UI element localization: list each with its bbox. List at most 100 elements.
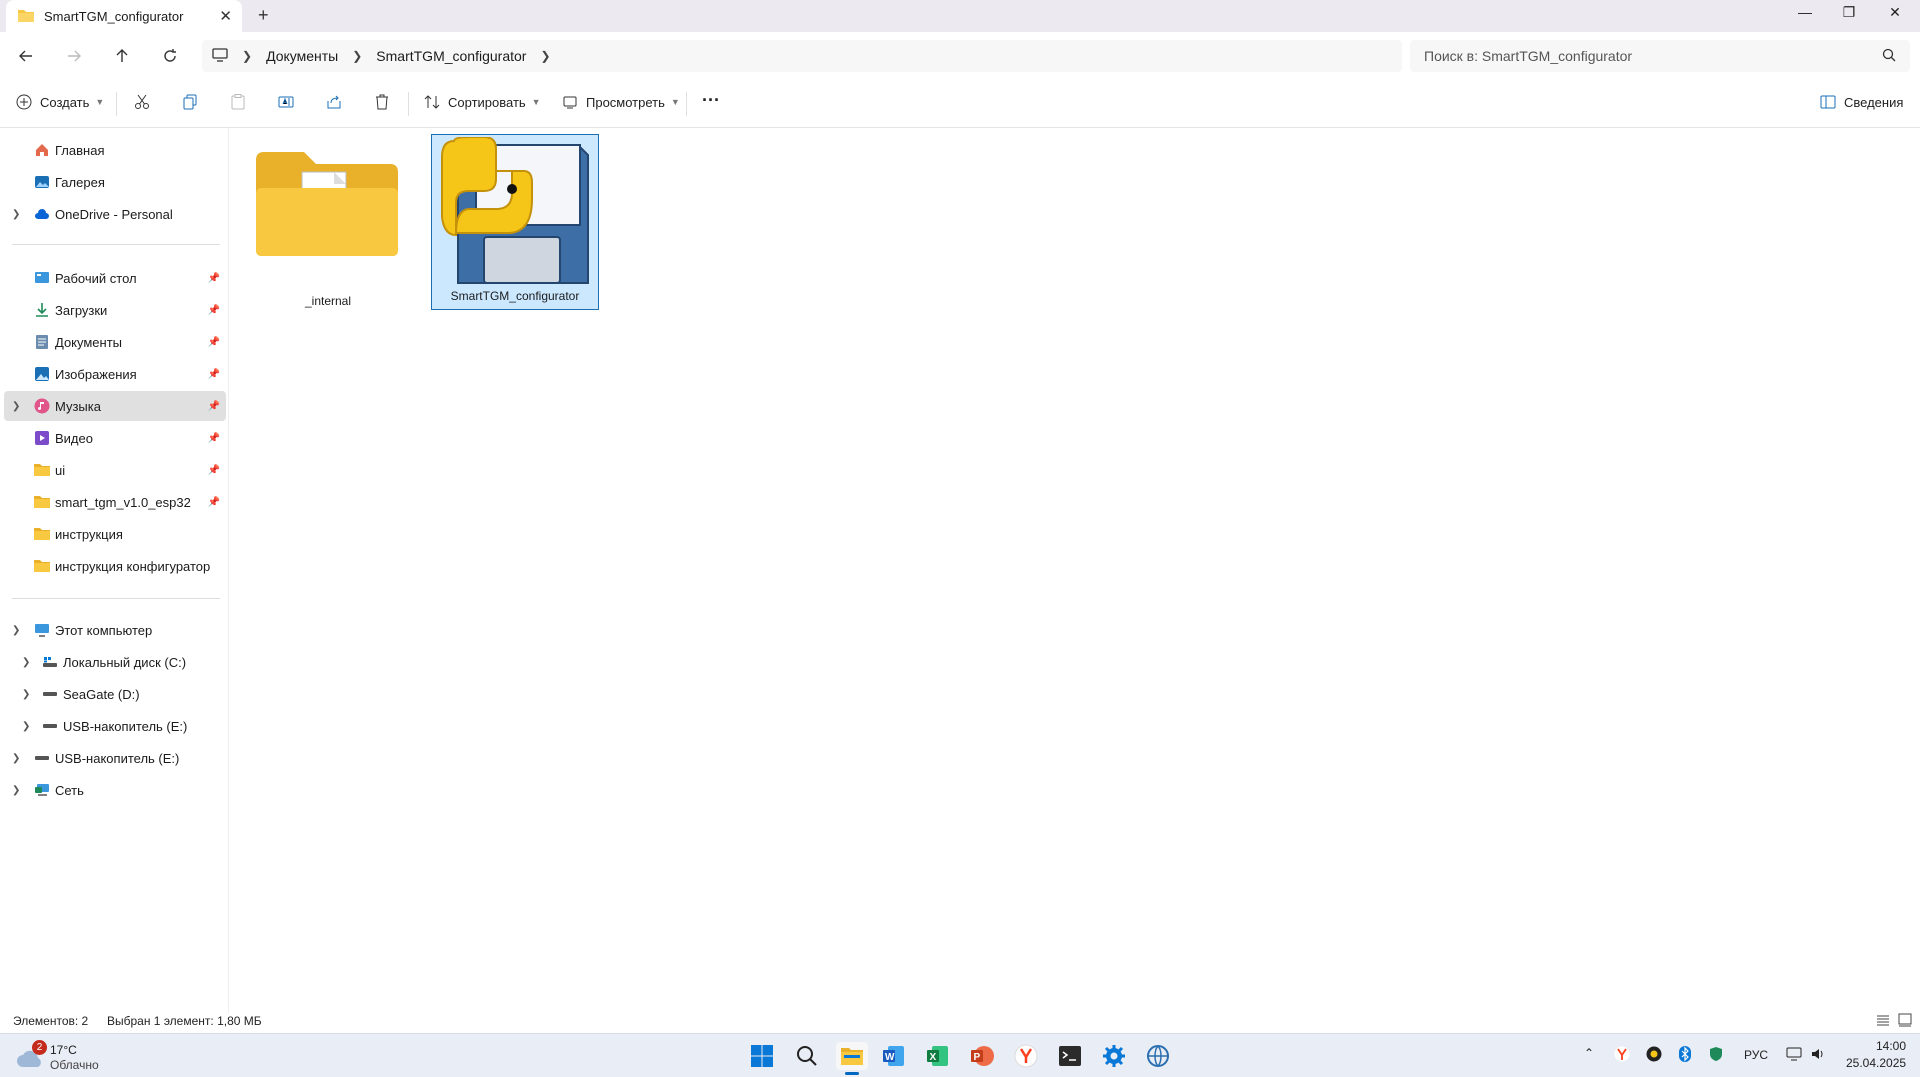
maximize-button[interactable]: ❐ xyxy=(1826,4,1872,21)
share-button[interactable] xyxy=(326,94,342,110)
delete-button[interactable] xyxy=(374,94,390,110)
bluetooth-icon[interactable] xyxy=(1678,1046,1692,1065)
svg-text:X: X xyxy=(930,1052,937,1063)
sidebar-item-videos[interactable]: Видео 📌 xyxy=(4,423,226,453)
sidebar-item-instruction[interactable]: инструкция xyxy=(4,519,226,549)
chevron-down-icon: ▼ xyxy=(531,97,541,107)
chevron-right-icon[interactable]: ❯ xyxy=(22,657,30,668)
up-button[interactable] xyxy=(108,44,136,68)
sidebar-item-label: Рабочий стол xyxy=(55,270,137,286)
sidebar-item-drive-c[interactable]: ❯ Локальный диск (C:) xyxy=(4,647,226,677)
taskbar-yandex-browser[interactable] xyxy=(1012,1042,1040,1070)
security-icon[interactable] xyxy=(1708,1046,1724,1065)
back-button[interactable] xyxy=(12,44,40,68)
sidebar-item-downloads[interactable]: Загрузки 📌 xyxy=(4,295,226,325)
sidebar-item-label: Изображения xyxy=(55,366,137,382)
minimize-button[interactable]: — xyxy=(1782,4,1828,20)
chevron-up-icon[interactable]: ⌃ xyxy=(1584,1046,1594,1060)
taskbar-explorer[interactable] xyxy=(836,1042,868,1075)
chevron-down-icon[interactable]: ❯ xyxy=(12,625,20,636)
chevron-right-icon[interactable]: ❯ xyxy=(12,401,20,412)
sidebar-item-label: инструкция xyxy=(55,526,123,542)
chevron-right-icon: ❯ xyxy=(352,49,363,63)
new-tab-button[interactable]: + xyxy=(258,5,269,26)
close-button[interactable]: ✕ xyxy=(1872,4,1918,21)
sidebar-item-usb-e[interactable]: ❯ USB-накопитель (E:) xyxy=(4,743,226,773)
more-options-button[interactable]: ··· xyxy=(702,90,720,111)
details-view-icon[interactable] xyxy=(1876,1013,1890,1030)
copy-button[interactable] xyxy=(182,94,198,110)
chevron-right-icon[interactable]: ❯ xyxy=(12,785,20,796)
pin-icon: 📌 xyxy=(207,496,220,508)
pin-icon: 📌 xyxy=(207,272,220,284)
sidebar-item-documents[interactable]: Документы 📌 xyxy=(4,327,226,357)
sidebar-item-home[interactable]: Главная xyxy=(4,135,226,165)
refresh-button[interactable] xyxy=(156,44,184,68)
divider xyxy=(116,92,117,116)
weather-widget[interactable]: 2 17°C Облачно xyxy=(14,1040,154,1072)
file-item-executable[interactable]: SmartTGM_configurator xyxy=(431,134,599,310)
video-icon xyxy=(34,430,50,446)
sidebar-item-label: Музыка xyxy=(55,398,101,414)
view-button[interactable]: Просмотреть ▼ xyxy=(562,94,680,110)
breadcrumb-current[interactable]: SmartTGM_configurator xyxy=(376,48,526,64)
sidebar-item-desktop[interactable]: Рабочий стол 📌 xyxy=(4,263,226,293)
folder-icon xyxy=(256,152,398,256)
sidebar-item-smart-tgm[interactable]: smart_tgm_v1.0_esp32 📌 xyxy=(4,487,226,517)
sidebar-item-onedrive[interactable]: ❯ OneDrive - Personal xyxy=(4,199,226,229)
cut-button[interactable] xyxy=(134,94,150,110)
volume-icon[interactable] xyxy=(1810,1046,1826,1065)
yandex-tray-icon[interactable] xyxy=(1614,1046,1630,1065)
forward-button[interactable] xyxy=(60,44,88,68)
breadcrumb-documents[interactable]: Документы xyxy=(266,48,338,64)
sidebar-item-network[interactable]: ❯ Сеть xyxy=(4,775,226,805)
sidebar-item-usb-e-nested[interactable]: ❯ USB-накопитель (E:) xyxy=(4,711,226,741)
sidebar-item-label: Этот компьютер xyxy=(55,622,153,638)
sidebar-item-this-pc[interactable]: ❯ Этот компьютер xyxy=(4,615,226,645)
sidebar-item-drive-d[interactable]: ❯ SeaGate (D:) xyxy=(4,679,226,709)
file-view[interactable]: _internal SmartTGM_configurator xyxy=(230,128,1920,1013)
tab-close-icon[interactable]: ✕ xyxy=(219,7,232,25)
vpn-tray-icon[interactable] xyxy=(1646,1046,1662,1065)
sidebar-item-ui[interactable]: ui 📌 xyxy=(4,455,226,485)
address-bar[interactable]: ❯ Документы ❯ SmartTGM_configurator ❯ xyxy=(202,40,1402,72)
sidebar-item-pictures[interactable]: Изображения 📌 xyxy=(4,359,226,389)
network-status-icon[interactable] xyxy=(1786,1046,1802,1065)
pin-icon: 📌 xyxy=(207,464,220,476)
details-button[interactable]: Сведения xyxy=(1820,94,1903,110)
folder-icon xyxy=(34,462,50,478)
chevron-right-icon[interactable]: ❯ xyxy=(540,49,550,63)
sidebar-item-music[interactable]: ❯ Музыка 📌 xyxy=(4,391,226,421)
sidebar-item-gallery[interactable]: Галерея xyxy=(4,167,226,197)
clock-date[interactable]: 25.04.2025 xyxy=(1846,1056,1906,1070)
folder-icon xyxy=(34,526,50,542)
paste-button[interactable] xyxy=(230,94,246,110)
taskbar-settings[interactable] xyxy=(1100,1042,1128,1070)
taskbar-terminal[interactable] xyxy=(1056,1042,1084,1070)
large-icons-view-icon[interactable] xyxy=(1898,1013,1912,1030)
sidebar-item-instruction-configurator[interactable]: инструкция конфигуратор xyxy=(4,551,226,581)
chevron-right-icon[interactable]: ❯ xyxy=(12,209,20,220)
taskbar-word[interactable]: W xyxy=(880,1042,908,1070)
chevron-right-icon[interactable]: ❯ xyxy=(12,753,20,764)
language-indicator[interactable]: РУС xyxy=(1744,1048,1768,1062)
search-input[interactable]: Поиск в: SmartTGM_configurator xyxy=(1410,40,1910,72)
chevron-right-icon[interactable]: ❯ xyxy=(22,689,30,700)
sidebar-item-label: Документы xyxy=(55,334,123,350)
file-name: _internal xyxy=(304,294,352,308)
chevron-right-icon[interactable]: ❯ xyxy=(22,721,30,732)
sort-button[interactable]: Сортировать ▼ xyxy=(424,94,541,110)
search-icon[interactable] xyxy=(1882,48,1896,65)
search-taskbar-button[interactable] xyxy=(793,1042,821,1070)
drive-icon xyxy=(42,686,58,702)
scissors-icon xyxy=(135,94,149,109)
create-button[interactable]: Создать ▼ xyxy=(16,94,104,110)
file-item-folder[interactable]: _internal xyxy=(244,136,412,314)
rename-button[interactable] xyxy=(278,94,294,110)
taskbar-powerpoint[interactable]: P xyxy=(968,1042,996,1070)
taskbar-excel[interactable]: X xyxy=(924,1042,952,1070)
start-button[interactable] xyxy=(748,1042,776,1070)
clock-time[interactable]: 14:00 xyxy=(1876,1039,1906,1053)
tab-active[interactable]: SmartTGM_configurator ✕ xyxy=(6,0,242,32)
taskbar-network-app[interactable] xyxy=(1144,1042,1172,1070)
